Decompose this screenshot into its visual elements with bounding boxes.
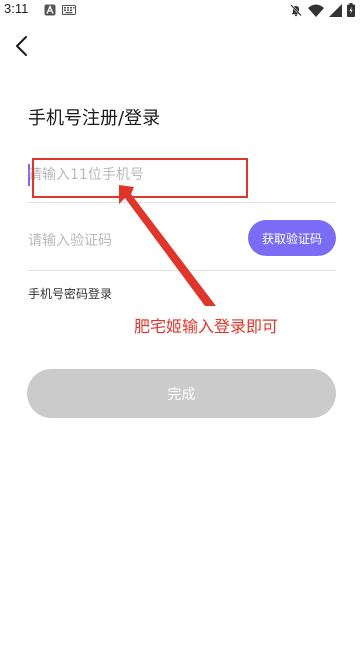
page-title: 手机号注册/登录 bbox=[28, 108, 161, 129]
annotation-arrow bbox=[119, 185, 216, 306]
phone-input[interactable] bbox=[28, 150, 328, 200]
phone-field-row bbox=[28, 150, 336, 203]
done-button[interactable]: 完成 bbox=[27, 369, 336, 418]
back-button[interactable] bbox=[12, 34, 34, 58]
get-code-button[interactable]: 获取验证码 bbox=[248, 220, 336, 256]
password-login-link[interactable]: 手机号密码登录 bbox=[28, 285, 112, 302]
chevron-left-icon bbox=[12, 34, 34, 58]
battery-charging-icon bbox=[347, 3, 355, 17]
signal-icon bbox=[329, 3, 342, 17]
wifi-icon bbox=[308, 4, 324, 17]
status-right-icons bbox=[289, 3, 355, 17]
keyboard-icon bbox=[62, 5, 76, 15]
verification-code-input[interactable] bbox=[28, 215, 228, 267]
bell-off-icon bbox=[289, 3, 303, 17]
code-field-row: 获取验证码 bbox=[28, 215, 336, 271]
status-time: 3:11 bbox=[4, 1, 29, 16]
status-left-icons bbox=[44, 3, 76, 17]
text-a-icon bbox=[44, 4, 56, 16]
annotation-text: 肥宅姬输入登录即可 bbox=[134, 317, 279, 336]
status-bar: 3:11 bbox=[0, 0, 361, 20]
